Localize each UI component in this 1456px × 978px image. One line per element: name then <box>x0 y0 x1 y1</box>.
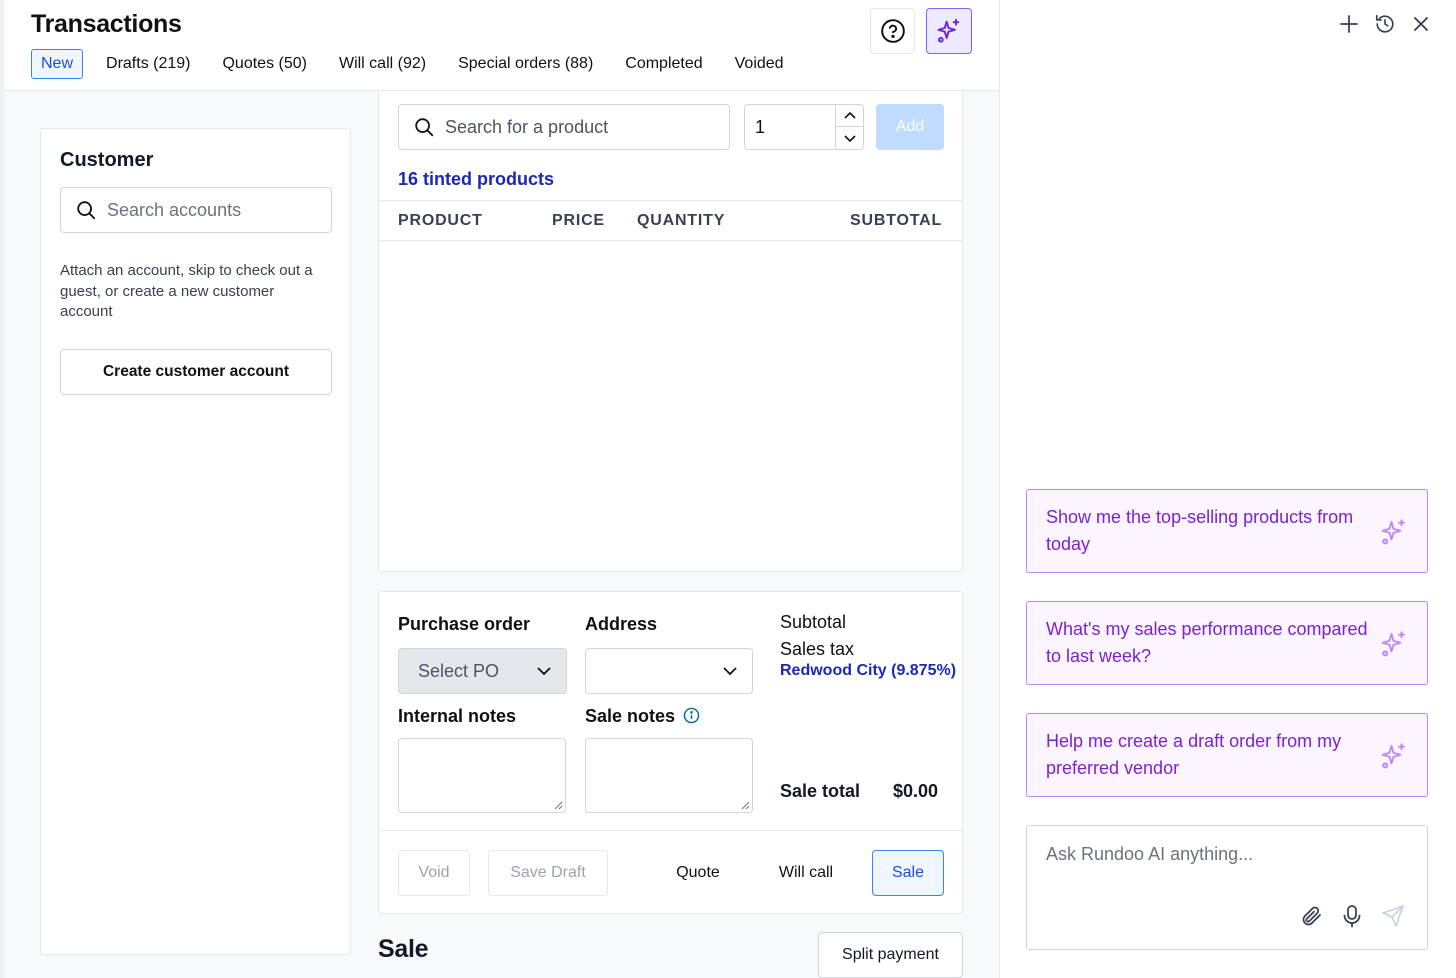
chevron-down-icon <box>723 667 737 676</box>
create-customer-account-button[interactable]: Create customer account <box>60 349 332 395</box>
tab-special-orders[interactable]: Special orders (88) <box>449 49 602 79</box>
sale-notes-label: Sale notes <box>585 706 676 726</box>
customer-help-text: Attach an account, skip to check out a g… <box>60 262 313 320</box>
suggestion-sales-performance[interactable]: What's my sales performance compared to … <box>1026 601 1428 685</box>
purchase-order-select[interactable]: Select PO <box>398 648 567 694</box>
tab-quotes[interactable]: Quotes (50) <box>213 49 315 79</box>
tab-drafts[interactable]: Drafts (219) <box>97 49 199 79</box>
will-call-button[interactable]: Will call <box>762 850 850 896</box>
add-product-button[interactable]: Add <box>876 104 944 150</box>
sale-button[interactable]: Sale <box>872 850 944 896</box>
transactions-app: Transactions New Drafts (219) Quotes (50… <box>0 0 1000 978</box>
column-price: PRICE <box>552 212 605 229</box>
quantity-increment[interactable] <box>836 105 863 127</box>
sale-total-value: $0.00 <box>893 781 939 801</box>
chevron-down-icon <box>537 667 551 676</box>
product-search-input[interactable]: Search for a product <box>398 104 730 150</box>
tab-voided[interactable]: Voided <box>726 49 793 79</box>
quantity-value: 1 <box>755 117 766 137</box>
resize-handle-icon[interactable] <box>554 801 563 810</box>
resize-handle-icon[interactable] <box>741 801 750 810</box>
left-edge <box>0 0 4 978</box>
tinted-products-link[interactable]: 16 tinted products <box>398 169 554 190</box>
ask-ai-placeholder: Ask Rundoo AI anything... <box>1046 844 1254 864</box>
internal-notes-label: Internal notes <box>398 706 517 726</box>
sparkles-icon <box>1381 519 1405 545</box>
chat-history-button[interactable] <box>1373 12 1397 36</box>
sale-total-label: Sale total <box>780 781 861 801</box>
ai-assistant-button[interactable] <box>926 8 972 54</box>
new-chat-button[interactable] <box>1337 12 1361 36</box>
send-icon <box>1382 905 1404 927</box>
product-search-placeholder: Search for a product <box>445 116 609 137</box>
sparkles-icon <box>1381 743 1405 769</box>
help-circle-icon <box>880 19 905 43</box>
ai-assistant-panel: Show me the top-selling products from to… <box>1000 0 1456 978</box>
help-button[interactable] <box>870 8 915 54</box>
address-label: Address <box>585 614 658 634</box>
purchase-order-placeholder: Select PO <box>418 661 500 681</box>
sale-notes-label-wrap: Sale notes <box>585 706 700 727</box>
order-actions: Void Save Draft Quote Will call Sale <box>379 830 962 914</box>
sparkles-icon <box>1381 631 1405 657</box>
quantity-stepper[interactable]: 1 <box>744 104 864 150</box>
payment-heading: Sale <box>378 935 429 963</box>
column-product: PRODUCT <box>398 212 483 229</box>
page-title: Transactions <box>31 10 182 38</box>
order-panel: Purchase order Address Select PO Interna… <box>378 591 963 914</box>
suggestion-draft-order[interactable]: Help me create a draft order from my pre… <box>1026 713 1428 797</box>
plus-icon <box>1340 15 1358 33</box>
paperclip-icon <box>1302 906 1321 926</box>
attach-button[interactable] <box>1299 904 1323 933</box>
tab-completed[interactable]: Completed <box>616 49 711 79</box>
close-panel-button[interactable] <box>1409 12 1433 36</box>
tax-location-link[interactable]: Redwood City (9.875%) <box>780 662 956 680</box>
close-icon <box>1414 17 1428 31</box>
tab-will-call[interactable]: Will call (92) <box>330 49 435 79</box>
customer-title: Customer <box>60 149 154 171</box>
suggestion-text: Show me the top-selling products from to… <box>1046 507 1354 554</box>
search-accounts-input[interactable]: Search accounts <box>60 187 332 233</box>
column-subtotal: SUBTOTAL <box>850 212 943 229</box>
purchase-order-label: Purchase order <box>398 614 531 634</box>
history-icon <box>1375 14 1394 33</box>
quote-button[interactable]: Quote <box>660 850 736 896</box>
quantity-spinner <box>835 105 863 149</box>
save-draft-button[interactable]: Save Draft <box>488 850 608 896</box>
transaction-tabs: New Drafts (219) Quotes (50) Will call (… <box>31 49 807 79</box>
suggestion-text: Help me create a draft order from my pre… <box>1046 731 1342 778</box>
quantity-decrement[interactable] <box>836 127 863 149</box>
product-panel: Search for a product 1 Add 16 tinted pro… <box>378 91 963 572</box>
search-icon <box>77 201 96 220</box>
info-icon[interactable] <box>683 707 700 724</box>
top-bar: Transactions New Drafts (219) Quotes (50… <box>4 0 999 91</box>
suggestion-top-selling[interactable]: Show me the top-selling products from to… <box>1026 489 1428 573</box>
internal-notes-field[interactable] <box>398 738 566 813</box>
sales-tax-label: Sales tax <box>780 639 855 659</box>
ask-ai-input[interactable]: Ask Rundoo AI anything... <box>1026 825 1428 950</box>
search-icon <box>415 118 434 137</box>
chevron-up-icon <box>843 111 856 119</box>
subtotal-label: Subtotal <box>780 612 847 632</box>
column-quantity: QUANTITY <box>637 212 726 229</box>
products-table-header: PRODUCT PRICE QUANTITY SUBTOTAL <box>379 200 962 241</box>
void-button[interactable]: Void <box>398 850 470 896</box>
address-select[interactable] <box>585 648 753 694</box>
search-accounts-placeholder: Search accounts <box>107 199 242 220</box>
chevron-down-icon <box>843 135 856 143</box>
send-button[interactable] <box>1381 904 1405 933</box>
split-payment-button[interactable]: Split payment <box>818 932 963 978</box>
suggestion-text: What's my sales performance compared to … <box>1046 619 1368 666</box>
tab-new[interactable]: New <box>31 49 84 79</box>
customer-card: Customer Search accounts Attach an accou… <box>40 128 351 955</box>
sparkles-icon <box>937 18 960 43</box>
microphone-icon <box>1343 905 1361 928</box>
voice-input-button[interactable] <box>1341 904 1363 933</box>
sale-notes-field[interactable] <box>585 738 753 813</box>
